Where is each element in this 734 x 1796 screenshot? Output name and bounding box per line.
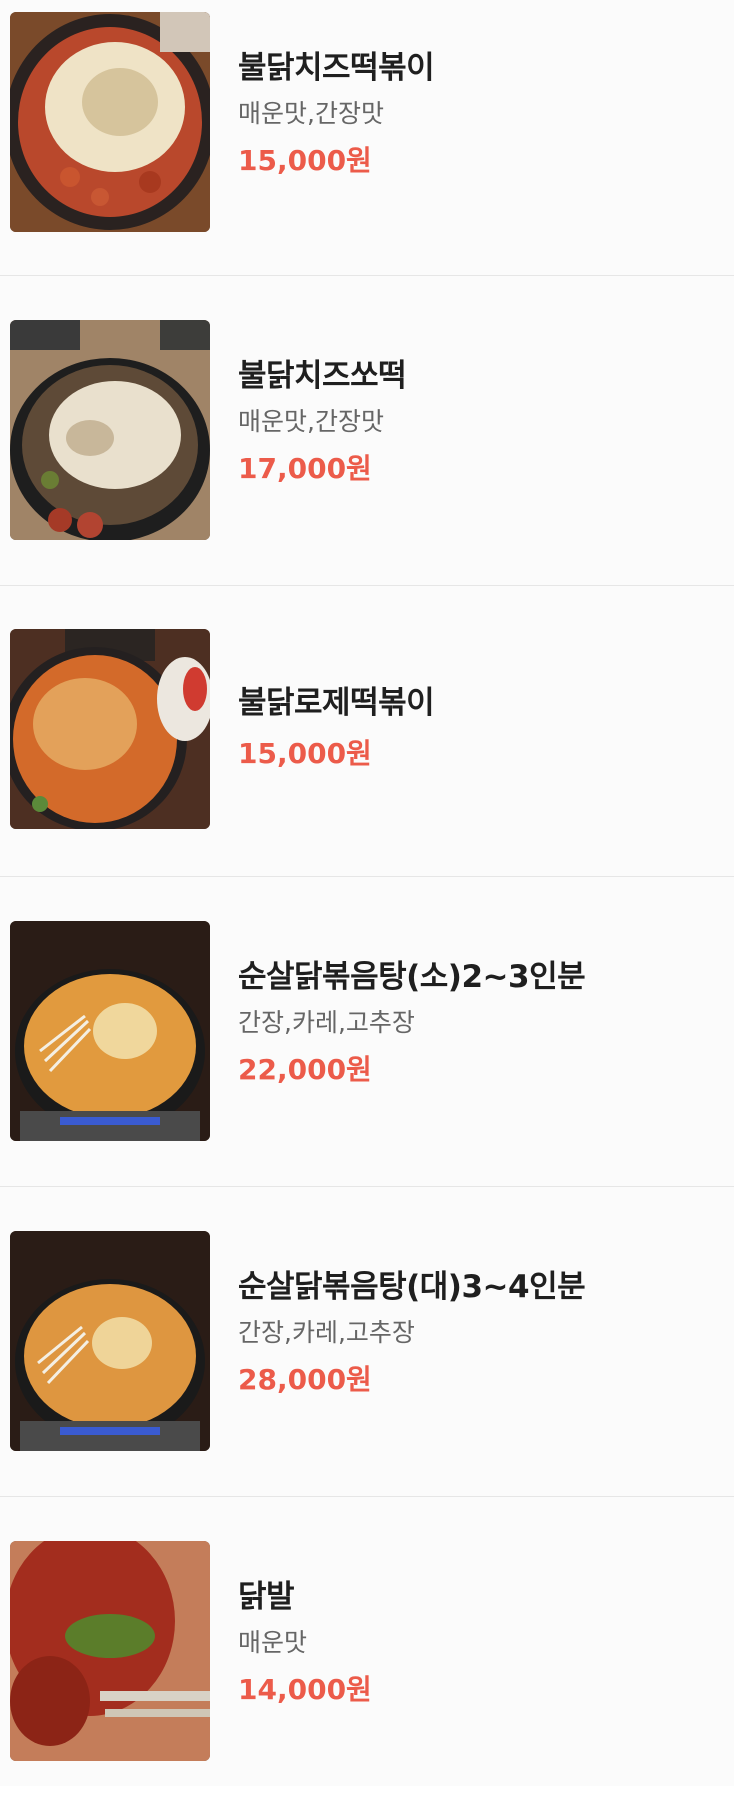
menu-item-name: 불닭치즈쏘떡 [238, 358, 407, 394]
menu-item-price: 15,000원 [238, 144, 372, 177]
food-image [10, 320, 210, 540]
menu-item[interactable]: 순살닭볶음탕(대)3~4인분 간장,카레,고추장 28,000원 [0, 1187, 734, 1497]
menu-item[interactable]: 순살닭볶음탕(소)2~3인분 간장,카레,고추장 22,000원 [0, 877, 734, 1187]
food-image [10, 1231, 210, 1451]
menu-item-name: 불닭치즈떡볶이 [238, 50, 435, 86]
menu-item-name: 순살닭볶음탕(소)2~3인분 [238, 959, 586, 995]
menu-item-description: 간장,카레,고추장 [238, 1318, 415, 1347]
menu-item-description: 매운맛 [238, 1628, 308, 1657]
food-image [10, 629, 210, 829]
menu-item[interactable]: 닭발 매운맛 14,000원 [0, 1497, 734, 1786]
menu-item[interactable]: 불닭치즈쏘떡 매운맛,간장맛 17,000원 [0, 276, 734, 586]
menu-item-name: 순살닭볶음탕(대)3~4인분 [238, 1269, 586, 1305]
food-image [10, 1541, 210, 1761]
menu-list: 불닭치즈떡볶이 매운맛,간장맛 15,000원 불닭치즈쏘떡 매운맛,간장맛 1… [0, 0, 734, 1786]
menu-item-price: 15,000원 [238, 737, 372, 770]
menu-item-price: 17,000원 [238, 452, 372, 485]
menu-item-description: 매운맛,간장맛 [238, 407, 384, 436]
food-image [10, 12, 210, 232]
menu-item[interactable]: 불닭치즈떡볶이 매운맛,간장맛 15,000원 [0, 0, 734, 276]
menu-item-price: 28,000원 [238, 1363, 372, 1396]
menu-item-name: 닭발 [238, 1579, 295, 1615]
menu-item-description: 간장,카레,고추장 [238, 1008, 415, 1037]
menu-item-price: 14,000원 [238, 1673, 372, 1706]
menu-item[interactable]: 불닭로제떡볶이 15,000원 [0, 586, 734, 877]
menu-item-name: 불닭로제떡볶이 [238, 685, 435, 721]
menu-item-description: 매운맛,간장맛 [238, 99, 384, 128]
food-image [10, 921, 210, 1141]
menu-item-price: 22,000원 [238, 1053, 372, 1086]
